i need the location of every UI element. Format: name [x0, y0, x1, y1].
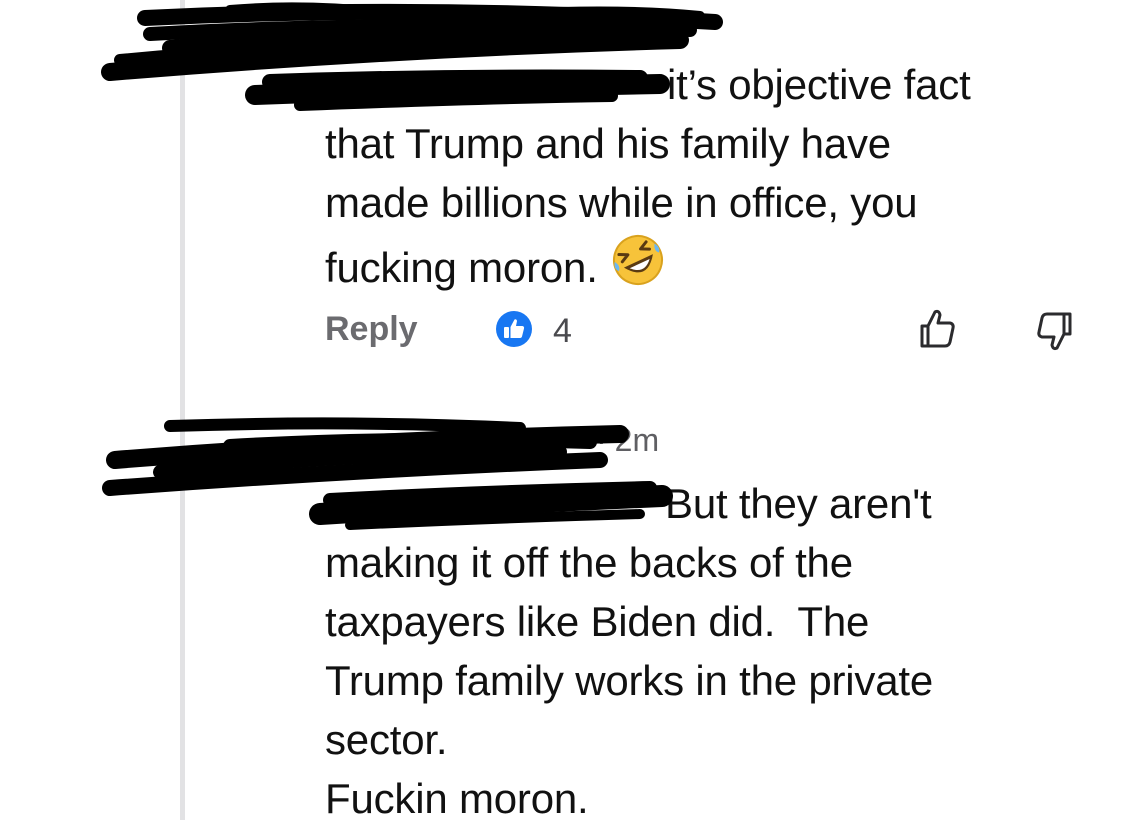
comment-1-body: it’s objective fact that Trump and his f…	[325, 55, 1085, 303]
comment-2-line-3: taxpayers like Biden did. The	[325, 598, 870, 645]
comment-1-actions: Reply 4	[325, 306, 1085, 354]
thumbs-up-badge-icon	[495, 310, 533, 348]
comment-timestamp: 2m	[614, 422, 660, 458]
comment-2-line-2: making it off the backs of the	[325, 539, 853, 586]
comment-2-line-1: But they aren't	[665, 480, 932, 527]
comment-1-line-1: it’s objective fact	[667, 61, 971, 108]
thumbs-down-outline-icon[interactable]	[1033, 308, 1079, 354]
comment-2-line-4: Trump family works in the private	[325, 657, 934, 704]
thumbs-up-outline-icon[interactable]	[913, 306, 959, 352]
comment-1-line-2: that Trump and his family have	[325, 120, 891, 167]
comment-2-meta: · 2m	[590, 422, 659, 459]
comment-2-line-5: sector.	[325, 716, 448, 763]
comment-2-line-6: Fuckin moron.	[325, 775, 589, 822]
meta-separator: ·	[596, 422, 607, 458]
comment-2-body: But they aren't making it off the backs …	[325, 474, 1085, 828]
comment-1-line-3: made billions while in office, you	[325, 179, 918, 226]
thread-line	[180, 0, 185, 820]
like-count: 4	[553, 312, 572, 350]
comment-1-line-4: fucking moron.	[325, 244, 598, 291]
rolling-on-floor-laughing-emoji-icon	[610, 232, 666, 303]
reply-button[interactable]: Reply	[325, 310, 418, 349]
